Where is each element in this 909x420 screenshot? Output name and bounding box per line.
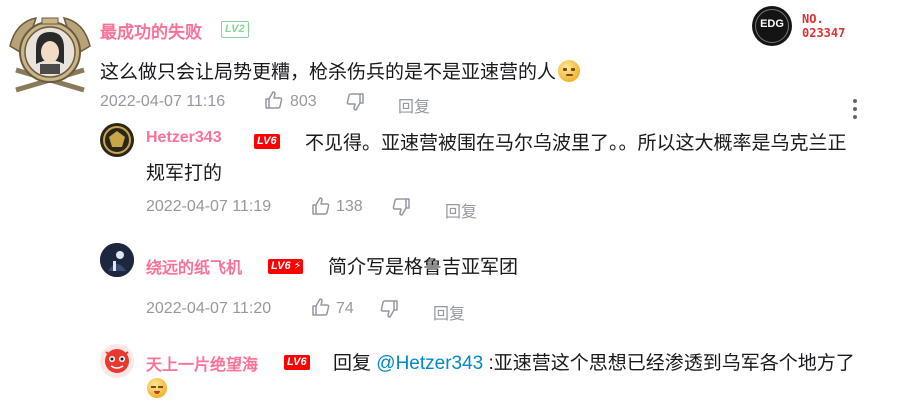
dislike-icon[interactable] — [345, 92, 365, 112]
fan-badge-digits: 023347 — [802, 26, 846, 40]
reply-2-text: 简介写是格鲁吉亚军团 — [328, 257, 519, 278]
reply-prefix: 回复 — [333, 353, 372, 374]
main-level-badge: LV2 — [221, 19, 249, 38]
reply-1-text-line1: 不见得。亚速营被围在马尔乌波里了。。所以这大概率是乌克兰正 — [305, 133, 847, 154]
reply-1-text-line2: 规军打的 — [146, 163, 223, 184]
emoji-icon — [147, 378, 167, 399]
comment-text: 这么做只会让局势更糟，枪杀伤兵的是不是亚速营的人 — [100, 62, 557, 83]
reply-2-level-badge: LV6 ⚡ — [268, 256, 304, 274]
reply-3-text: 回复 @Hetzer343 :亚速营这个思想已经渗透到乌军各个地方了 — [333, 348, 855, 375]
avatar-main-user[interactable] — [6, 8, 94, 96]
level-label: LV2 — [221, 21, 249, 38]
main-like-count: 803 — [290, 93, 317, 110]
level-label: LV6 — [268, 259, 294, 274]
reply-1-reply-button[interactable]: 回复 — [445, 198, 477, 222]
doge-emoji-icon — [558, 60, 581, 82]
main-reply-button[interactable]: 回复 — [398, 93, 430, 117]
fan-badge-title: NO. — [802, 12, 824, 26]
like-icon[interactable] — [311, 297, 331, 317]
reply-1-username[interactable]: Hetzer343 — [146, 129, 222, 147]
reply-1-like-count: 138 — [336, 198, 363, 215]
reply-3-username[interactable]: 天上一片绝望海 — [146, 351, 258, 375]
more-options-icon[interactable] — [853, 99, 859, 119]
like-icon[interactable] — [264, 90, 284, 110]
comment-text: :亚速营这个思想已经渗透到乌军各个地方了 — [488, 353, 855, 374]
lightning-icon: ⚡ — [291, 259, 304, 274]
reply-2-username[interactable]: 绕远的纸飞机 — [146, 254, 242, 278]
avatar-reply-3[interactable] — [100, 344, 134, 378]
main-username[interactable]: 最成功的失败 — [100, 18, 202, 43]
like-icon[interactable] — [311, 196, 331, 216]
reply-1-level-badge: LV6 — [254, 131, 280, 149]
edg-logo-icon[interactable]: EDG — [752, 6, 792, 46]
main-date: 2022-04-07 11:16 — [100, 93, 226, 110]
reply-3-level-badge: LV6 — [284, 352, 310, 370]
reply-2-reply-button[interactable]: 回复 — [433, 300, 465, 324]
dislike-icon[interactable] — [391, 197, 411, 217]
avatar-reply-1[interactable] — [100, 123, 134, 157]
mention-link[interactable]: @Hetzer343 — [376, 353, 483, 374]
edg-logo-text: EDG — [760, 18, 784, 30]
level-label: LV6 — [284, 355, 310, 370]
reply-1-date: 2022-04-07 11:19 — [146, 198, 272, 215]
reply-2-date: 2022-04-07 11:20 — [146, 300, 272, 317]
main-comment-text: 这么做只会让局势更糟，枪杀伤兵的是不是亚速营的人 — [100, 57, 581, 84]
fan-badge-number: NO. 023347 — [802, 12, 845, 40]
reply-2-like-count: 74 — [336, 300, 354, 317]
avatar-reply-2[interactable] — [100, 243, 134, 277]
dislike-icon[interactable] — [379, 299, 399, 319]
level-label: LV6 — [254, 134, 280, 149]
